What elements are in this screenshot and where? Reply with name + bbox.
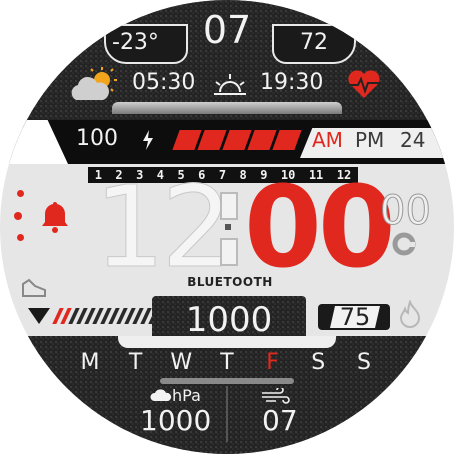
format-24[interactable]: 24 xyxy=(400,128,425,152)
sunrise-icon xyxy=(214,74,246,95)
steps-value: 1000 xyxy=(185,300,273,340)
shoe-icon xyxy=(22,278,46,297)
pressure-value: 1000 xyxy=(140,404,212,437)
weekday-underline xyxy=(160,378,294,384)
refresh-icon[interactable] xyxy=(392,232,416,256)
format-am[interactable]: AM xyxy=(312,128,343,152)
bottom-divider xyxy=(118,336,336,348)
watch-face: -23° 07 72 05:30 19:30 100 AM PM 24 123 xyxy=(0,0,454,454)
alarm-bell-icon[interactable] xyxy=(40,200,70,234)
wind-value: 07 xyxy=(262,404,298,437)
notification-dot xyxy=(14,212,22,220)
hours-display: 12 xyxy=(94,163,233,293)
pressure-cloud-icon xyxy=(150,389,172,401)
temp-low: -23° xyxy=(112,30,159,55)
battery-level-bar xyxy=(168,128,304,152)
heart-rate-icon[interactable] xyxy=(346,70,382,100)
notification-dot xyxy=(17,234,24,241)
bottom-separator xyxy=(226,386,228,442)
top-divider xyxy=(112,102,342,114)
partly-cloudy-icon xyxy=(71,67,117,100)
temp-high: 72 xyxy=(300,30,328,55)
weekday-4: F xyxy=(266,350,279,375)
weekday-3: T xyxy=(220,350,234,375)
weekday-6: S xyxy=(356,350,371,375)
colon-bottom xyxy=(220,238,238,266)
weekday-row: MTWTFSS xyxy=(78,350,376,378)
lightning-icon xyxy=(143,130,153,150)
steps-progress-bar xyxy=(28,308,160,324)
battery-value: 100 xyxy=(76,126,118,151)
seconds-display: 00 xyxy=(380,188,432,235)
weekday-1: T xyxy=(128,350,143,375)
format-pm[interactable]: PM xyxy=(355,128,384,152)
weekday-5: S xyxy=(311,350,326,375)
minutes-display: 00 xyxy=(244,163,396,293)
colon-top xyxy=(220,192,238,220)
steps-bar-arrow xyxy=(28,308,50,324)
weekday-2: W xyxy=(170,350,193,375)
pressure-unit: hPa xyxy=(172,386,201,405)
colon-mid xyxy=(225,224,231,230)
notification-dot xyxy=(17,190,24,197)
sunrise-time: 05:30 xyxy=(132,70,196,95)
sunset-time: 19:30 xyxy=(260,70,324,95)
bluetooth-label: BLUETOOTH xyxy=(187,275,273,289)
calories-value: 75 xyxy=(339,303,371,331)
battery-segment xyxy=(272,130,302,150)
day-number: 07 xyxy=(202,8,252,52)
wind-icon xyxy=(262,388,290,404)
flame-icon xyxy=(399,300,421,328)
weekday-0: M xyxy=(80,350,100,375)
